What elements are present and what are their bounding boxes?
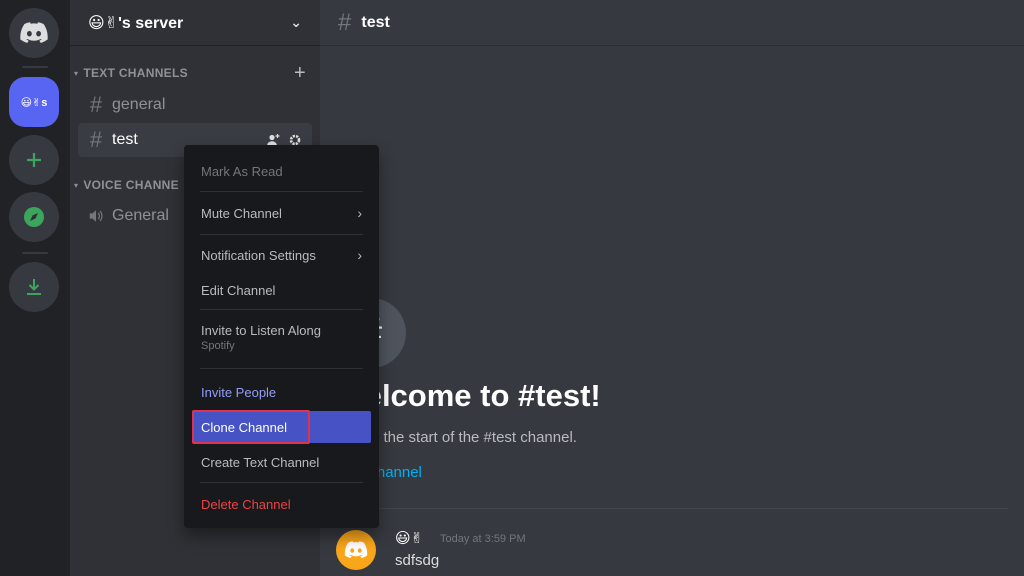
compass-icon	[24, 207, 44, 227]
plus-icon	[27, 153, 41, 167]
chat-header: # test	[320, 0, 1024, 46]
menu-separator	[200, 368, 363, 369]
home-button[interactable]	[9, 8, 59, 58]
create-channel-plus-icon[interactable]: +	[294, 62, 306, 85]
menu-item-label: Delete Channel	[201, 496, 291, 512]
message-author[interactable]: 😃✌	[395, 529, 423, 547]
menu-item-notification-settings[interactable]: Notification Settings ›	[192, 239, 371, 271]
discord-app: 😃✌s 😃✌'s server ⌄ ▾ TEXT CHANNELS + # ge…	[0, 0, 1024, 576]
menu-item-clone-channel[interactable]: Clone Channel	[192, 410, 371, 444]
chevron-right-icon: ›	[357, 247, 362, 263]
speaker-icon	[89, 210, 103, 222]
channel-item-general[interactable]: # general	[78, 88, 312, 122]
rail-divider	[22, 66, 48, 68]
category-label: VOICE CHANNE	[83, 178, 179, 192]
message-text: sdfsdg	[395, 552, 440, 569]
menu-item-invite-people[interactable]: Invite People	[192, 376, 371, 408]
menu-item-mark-as-read[interactable]: Mark As Read	[192, 155, 371, 187]
channel-title: test	[361, 13, 390, 31]
explore-servers-button[interactable]	[9, 192, 59, 242]
download-apps-button[interactable]	[9, 262, 59, 312]
menu-item-label: Clone Channel	[201, 419, 288, 435]
category-voice-channels[interactable]: ▾ VOICE CHANNE	[74, 178, 179, 192]
chat-area: # test # Welcome to #test! This is the s…	[320, 0, 1024, 576]
menu-item-label: Notification Settings	[201, 247, 316, 263]
channel-context-menu: Mark As Read Mute Channel › Notification…	[184, 145, 379, 528]
menu-item-create-text-channel[interactable]: Create Text Channel	[192, 446, 371, 478]
server-header[interactable]: 😃✌'s server ⌄	[70, 0, 320, 46]
menu-item-sublabel: Spotify	[201, 340, 235, 352]
menu-item-label: Edit Channel	[201, 282, 276, 298]
chevron-down-icon: ⌄	[290, 14, 302, 30]
chevron-right-icon: ›	[357, 205, 362, 221]
menu-item-label: Mark As Read	[201, 163, 283, 179]
hash-icon: #	[89, 127, 103, 152]
add-server-button[interactable]	[9, 135, 59, 185]
discord-logo-icon	[344, 541, 368, 559]
server-icon-button[interactable]: 😃✌s	[9, 77, 59, 127]
menu-separator	[200, 309, 363, 310]
category-label: TEXT CHANNELS	[83, 66, 188, 80]
category-text-channels[interactable]: ▾ TEXT CHANNELS +	[74, 62, 306, 84]
channel-name: test	[112, 131, 138, 148]
menu-separator	[200, 482, 363, 483]
avatar[interactable]	[336, 530, 376, 570]
hash-icon: #	[338, 8, 352, 36]
rail-divider	[22, 252, 48, 254]
message-timestamp: Today at 3:59 PM	[440, 533, 526, 545]
menu-item-label: Invite to Listen Along	[201, 323, 321, 338]
menu-separator	[200, 234, 363, 235]
collapse-arrow-icon: ▾	[74, 180, 79, 190]
server-rail: 😃✌s	[0, 0, 70, 576]
menu-item-label: Mute Channel	[201, 205, 282, 221]
menu-item-label: Invite People	[201, 384, 277, 400]
server-icon-label: 😃✌s	[20, 96, 48, 109]
channel-name: general	[112, 96, 166, 113]
channel-name: General	[112, 207, 169, 224]
discord-logo-icon	[20, 22, 48, 43]
download-icon	[27, 279, 41, 295]
message-divider	[336, 508, 1008, 509]
menu-item-invite-listen-along[interactable]: Invite to Listen Along Spotify	[192, 317, 371, 359]
menu-item-delete-channel[interactable]: Delete Channel	[192, 488, 371, 520]
menu-item-edit-channel[interactable]: Edit Channel	[192, 274, 371, 306]
menu-item-mute-channel[interactable]: Mute Channel ›	[192, 197, 371, 229]
hash-icon: #	[89, 92, 103, 117]
collapse-arrow-icon: ▾	[74, 68, 79, 78]
menu-item-label: Create Text Channel	[201, 454, 320, 470]
server-name: 😃✌'s server	[88, 14, 184, 32]
menu-separator	[200, 191, 363, 192]
